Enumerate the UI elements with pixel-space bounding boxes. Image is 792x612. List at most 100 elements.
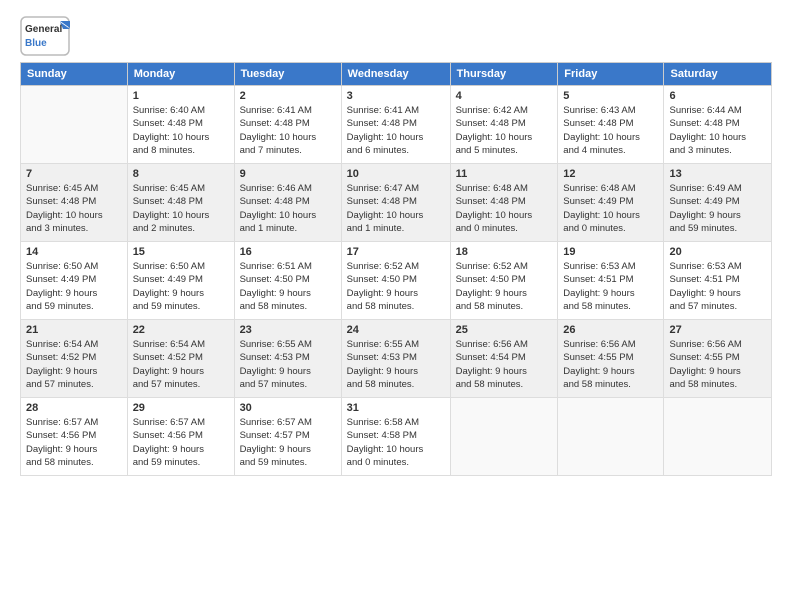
calendar-cell: 21 Sunrise: 6:54 AMSunset: 4:52 PMDayligh… — [21, 320, 128, 398]
day-number: 29 — [133, 402, 229, 414]
col-header-saturday: Saturday — [664, 63, 772, 86]
day-number: 24 — [347, 324, 445, 336]
day-info: Sunrise: 6:56 AMSunset: 4:55 PMDaylight:… — [669, 338, 766, 391]
day-number: 28 — [26, 402, 122, 414]
calendar-cell: 19Sunrise: 6:53 AMSunset: 4:51 PMDayligh… — [558, 242, 664, 320]
day-number: 7 — [26, 168, 122, 180]
day-info: Sunrise: 6:58 AMSunset: 4:58 PMDaylight:… — [347, 416, 445, 469]
day-info: Sunrise: 6:54 AMSunset: 4:52 PMDaylight:… — [133, 338, 229, 391]
header-row: SundayMondayTuesdayWednesdayThursdayFrid… — [21, 63, 772, 86]
header: General Blue — [20, 16, 772, 56]
calendar-cell: 22 Sunrise: 6:54 AMSunset: 4:52 PMDayligh… — [127, 320, 234, 398]
day-info: Sunrise: 6:43 AMSunset: 4:48 PMDaylight:… — [563, 104, 658, 157]
calendar-cell — [21, 86, 128, 164]
day-number: 2 — [240, 90, 336, 102]
calendar-cell: 16 Sunrise: 6:51 AMSunset: 4:50 PMDayligh… — [234, 242, 341, 320]
day-info: Sunrise: 6:41 AMSunset: 4:48 PMDaylight:… — [240, 104, 336, 157]
day-number: 26 — [563, 324, 658, 336]
day-info: Sunrise: 6:40 AMSunset: 4:48 PMDaylight:… — [133, 104, 229, 157]
week-row-3: 14 Sunrise: 6:50 AMSunset: 4:49 PMDayligh… — [21, 242, 772, 320]
calendar-cell: 8 Sunrise: 6:45 AMSunset: 4:48 PMDaylight… — [127, 164, 234, 242]
day-number: 15 — [133, 246, 229, 258]
calendar-cell: 13 Sunrise: 6:49 AMSunset: 4:49 PMDayligh… — [664, 164, 772, 242]
day-number: 19 — [563, 246, 658, 258]
day-info: Sunrise: 6:56 AMSunset: 4:54 PMDaylight:… — [456, 338, 553, 391]
day-info: Sunrise: 6:45 AMSunset: 4:48 PMDaylight:… — [133, 182, 229, 235]
calendar-cell — [558, 398, 664, 476]
calendar-cell: 29 Sunrise: 6:57 AMSunset: 4:56 PMDayligh… — [127, 398, 234, 476]
calendar-cell: 18 Sunrise: 6:52 AMSunset: 4:50 PMDayligh… — [450, 242, 558, 320]
calendar-cell: 10 Sunrise: 6:47 AMSunset: 4:48 PMDayligh… — [341, 164, 450, 242]
day-info: Sunrise: 6:50 AMSunset: 4:49 PMDaylight:… — [26, 260, 122, 313]
col-header-sunday: Sunday — [21, 63, 128, 86]
day-info: Sunrise: 6:49 AMSunset: 4:49 PMDaylight:… — [669, 182, 766, 235]
day-info: Sunrise: 6:50 AMSunset: 4:49 PMDaylight:… — [133, 260, 229, 313]
day-number: 18 — [456, 246, 553, 258]
col-header-monday: Monday — [127, 63, 234, 86]
day-info: Sunrise: 6:54 AMSunset: 4:52 PMDaylight:… — [26, 338, 122, 391]
day-info: Sunrise: 6:42 AMSunset: 4:48 PMDaylight:… — [456, 104, 553, 157]
calendar-cell: 5 Sunrise: 6:43 AMSunset: 4:48 PMDaylight… — [558, 86, 664, 164]
calendar-cell: 6Sunrise: 6:44 AMSunset: 4:48 PMDaylight… — [664, 86, 772, 164]
day-info: Sunrise: 6:52 AMSunset: 4:50 PMDaylight:… — [456, 260, 553, 313]
day-info: Sunrise: 6:45 AMSunset: 4:48 PMDaylight:… — [26, 182, 122, 235]
calendar-cell: 27 Sunrise: 6:56 AMSunset: 4:55 PMDayligh… — [664, 320, 772, 398]
day-info: Sunrise: 6:56 AMSunset: 4:55 PMDaylight:… — [563, 338, 658, 391]
page: General Blue SundayMondayTuesdayWednesda… — [0, 0, 792, 612]
day-number: 31 — [347, 402, 445, 414]
calendar-cell: 9Sunrise: 6:46 AMSunset: 4:48 PMDaylight… — [234, 164, 341, 242]
calendar-cell: 1 Sunrise: 6:40 AMSunset: 4:48 PMDaylight… — [127, 86, 234, 164]
day-info: Sunrise: 6:48 AMSunset: 4:48 PMDaylight:… — [456, 182, 553, 235]
day-number: 3 — [347, 90, 445, 102]
calendar-cell: 24 Sunrise: 6:55 AMSunset: 4:53 PMDayligh… — [341, 320, 450, 398]
calendar-cell: 2 Sunrise: 6:41 AMSunset: 4:48 PMDaylight… — [234, 86, 341, 164]
day-number: 10 — [347, 168, 445, 180]
col-header-friday: Friday — [558, 63, 664, 86]
day-number: 14 — [26, 246, 122, 258]
day-info: Sunrise: 6:53 AMSunset: 4:51 PMDaylight:… — [669, 260, 766, 313]
calendar-cell: 17Sunrise: 6:52 AMSunset: 4:50 PMDayligh… — [341, 242, 450, 320]
day-number: 22 — [133, 324, 229, 336]
day-number: 8 — [133, 168, 229, 180]
week-row-1: 1 Sunrise: 6:40 AMSunset: 4:48 PMDaylight… — [21, 86, 772, 164]
svg-text:Blue: Blue — [25, 38, 47, 49]
calendar-cell: 14 Sunrise: 6:50 AMSunset: 4:49 PMDayligh… — [21, 242, 128, 320]
calendar-cell — [450, 398, 558, 476]
calendar-cell: 3 Sunrise: 6:41 AMSunset: 4:48 PMDaylight… — [341, 86, 450, 164]
calendar-cell: 12Sunrise: 6:48 AMSunset: 4:49 PMDayligh… — [558, 164, 664, 242]
calendar-cell: 30Sunrise: 6:57 AMSunset: 4:57 PMDayligh… — [234, 398, 341, 476]
day-number: 23 — [240, 324, 336, 336]
calendar-cell: 4 Sunrise: 6:42 AMSunset: 4:48 PMDaylight… — [450, 86, 558, 164]
day-info: Sunrise: 6:48 AMSunset: 4:49 PMDaylight:… — [563, 182, 658, 235]
calendar-cell: 20 Sunrise: 6:53 AMSunset: 4:51 PMDayligh… — [664, 242, 772, 320]
day-number: 13 — [669, 168, 766, 180]
day-info: Sunrise: 6:57 AMSunset: 4:56 PMDaylight:… — [26, 416, 122, 469]
col-header-tuesday: Tuesday — [234, 63, 341, 86]
logo: General Blue — [20, 16, 70, 56]
day-number: 20 — [669, 246, 766, 258]
day-info: Sunrise: 6:47 AMSunset: 4:48 PMDaylight:… — [347, 182, 445, 235]
day-info: Sunrise: 6:55 AMSunset: 4:53 PMDaylight:… — [347, 338, 445, 391]
day-info: Sunrise: 6:51 AMSunset: 4:50 PMDaylight:… — [240, 260, 336, 313]
calendar-cell: 7 Sunrise: 6:45 AMSunset: 4:48 PMDaylight… — [21, 164, 128, 242]
day-number: 4 — [456, 90, 553, 102]
day-info: Sunrise: 6:57 AMSunset: 4:56 PMDaylight:… — [133, 416, 229, 469]
day-info: Sunrise: 6:55 AMSunset: 4:53 PMDaylight:… — [240, 338, 336, 391]
day-info: Sunrise: 6:57 AMSunset: 4:57 PMDaylight:… — [240, 416, 336, 469]
calendar-cell: 26 Sunrise: 6:56 AMSunset: 4:55 PMDayligh… — [558, 320, 664, 398]
col-header-thursday: Thursday — [450, 63, 558, 86]
day-info: Sunrise: 6:52 AMSunset: 4:50 PMDaylight:… — [347, 260, 445, 313]
day-number: 21 — [26, 324, 122, 336]
calendar-cell: 28 Sunrise: 6:57 AMSunset: 4:56 PMDayligh… — [21, 398, 128, 476]
calendar-cell: 23 Sunrise: 6:55 AMSunset: 4:53 PMDayligh… — [234, 320, 341, 398]
calendar-cell: 31 Sunrise: 6:58 AMSunset: 4:58 PMDayligh… — [341, 398, 450, 476]
calendar-cell: 25 Sunrise: 6:56 AMSunset: 4:54 PMDayligh… — [450, 320, 558, 398]
day-number: 16 — [240, 246, 336, 258]
day-info: Sunrise: 6:46 AMSunset: 4:48 PMDaylight:… — [240, 182, 336, 235]
day-number: 1 — [133, 90, 229, 102]
day-number: 25 — [456, 324, 553, 336]
day-info: Sunrise: 6:44 AMSunset: 4:48 PMDaylight:… — [669, 104, 766, 157]
day-info: Sunrise: 6:41 AMSunset: 4:48 PMDaylight:… — [347, 104, 445, 157]
day-number: 27 — [669, 324, 766, 336]
day-number: 5 — [563, 90, 658, 102]
